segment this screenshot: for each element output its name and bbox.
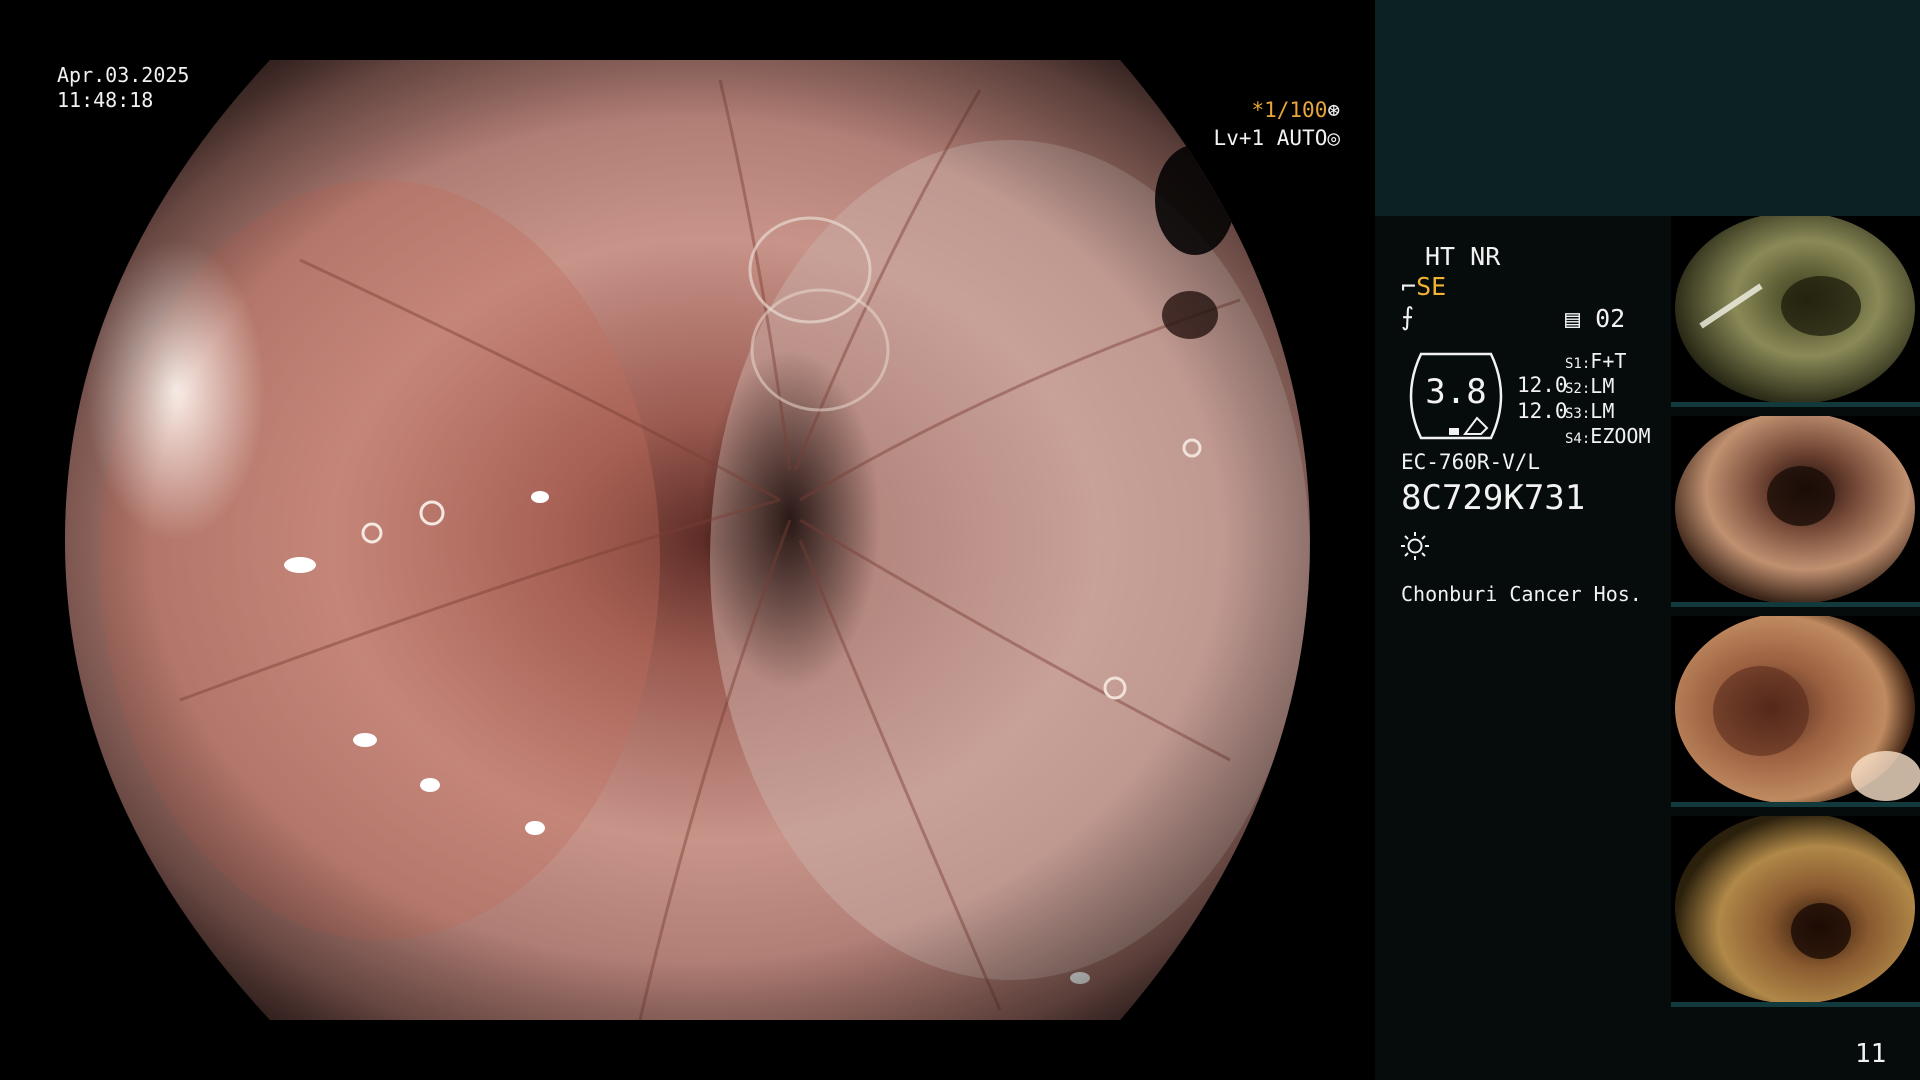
ht-nr-label: HT NR	[1425, 242, 1501, 271]
date-time-readout: Apr.03.2025 11:48:18	[57, 63, 189, 113]
enhance-icon: ⨍	[1401, 302, 1415, 331]
thumbnail-image	[1675, 416, 1915, 604]
captured-thumbnail[interactable]	[1671, 816, 1920, 1007]
scope-tip-icon: ⌐	[1401, 272, 1417, 301]
date-text: Apr.03.2025	[57, 63, 190, 87]
thumbnail-footer	[1671, 602, 1920, 607]
switch-key: S1:	[1565, 356, 1591, 372]
switch-s2: S2:LM	[1565, 374, 1614, 401]
iris-level-readout: Lv+1 AUTO◎	[1214, 126, 1340, 151]
zoom-indicator: 3.8	[1399, 350, 1513, 442]
endoscope-view: Apr.03.2025 11:48:18 *1/100⊛ Lv+1 AUTO◎	[0, 0, 1375, 1080]
thumbnail-footer	[1671, 402, 1920, 407]
thumbnail-image	[1675, 816, 1915, 1004]
thumbnail-footer	[1671, 1002, 1920, 1007]
shutter-readout: *1/100⊛	[1251, 98, 1340, 123]
switch-key: S3:	[1565, 406, 1591, 422]
thumbnail-image	[1675, 216, 1915, 404]
channel-value: 02	[1595, 304, 1626, 333]
switch-s1: S1:F+T	[1565, 349, 1626, 376]
zoom-value-2: 12.0	[1517, 399, 1568, 423]
thumbnail-image	[1675, 616, 1920, 804]
channel-row: ▤ 02	[1565, 305, 1625, 333]
switch-key: S2:	[1565, 381, 1591, 397]
level-text: Lv+1 AUTO	[1213, 126, 1328, 150]
scope-model: EC-760R-V/L	[1401, 450, 1541, 474]
time-text: 11:48:18	[57, 88, 154, 112]
zoom-value: 3.8	[1425, 372, 1487, 412]
hospital-name: Chonburi Cancer Hos.	[1401, 582, 1642, 606]
se-label: SE	[1416, 272, 1447, 301]
page-number: 11	[1855, 1039, 1887, 1069]
thumbnail-footer	[1671, 802, 1920, 807]
switch-value: LM	[1590, 374, 1615, 398]
switch-value: F+T	[1590, 349, 1627, 373]
shutter-text: *1/100	[1251, 98, 1328, 122]
aperture-icon: ⊛	[1327, 98, 1340, 122]
switch-value: EZOOM	[1590, 424, 1651, 448]
switch-s3: S3:LM	[1565, 399, 1614, 426]
endoscopic-image	[65, 60, 1310, 1020]
switch-s4: S4:EZOOM	[1565, 424, 1651, 451]
memory-icon: ▤	[1565, 304, 1581, 333]
captured-thumbnail[interactable]	[1671, 416, 1920, 607]
enhance-row: ⨍	[1401, 303, 1414, 331]
switch-key: S4:	[1565, 431, 1591, 447]
light-icon	[1401, 532, 1429, 560]
iris-icon: ◎	[1327, 126, 1340, 150]
info-panel: HT NR ⌐SE ⨍ ▤ 02 3.8 12.0 12.0 S1:F+T S2…	[1375, 0, 1920, 1080]
scope-serial: 8C729K731	[1401, 478, 1586, 518]
switch-value: LM	[1590, 399, 1615, 423]
captured-thumbnail[interactable]	[1671, 616, 1920, 807]
panel-header-block	[1375, 0, 1920, 216]
zoom-value-1: 12.0	[1517, 373, 1568, 397]
captured-thumbnail[interactable]	[1671, 216, 1920, 407]
structure-enhance-row: ⌐SE	[1401, 273, 1446, 301]
